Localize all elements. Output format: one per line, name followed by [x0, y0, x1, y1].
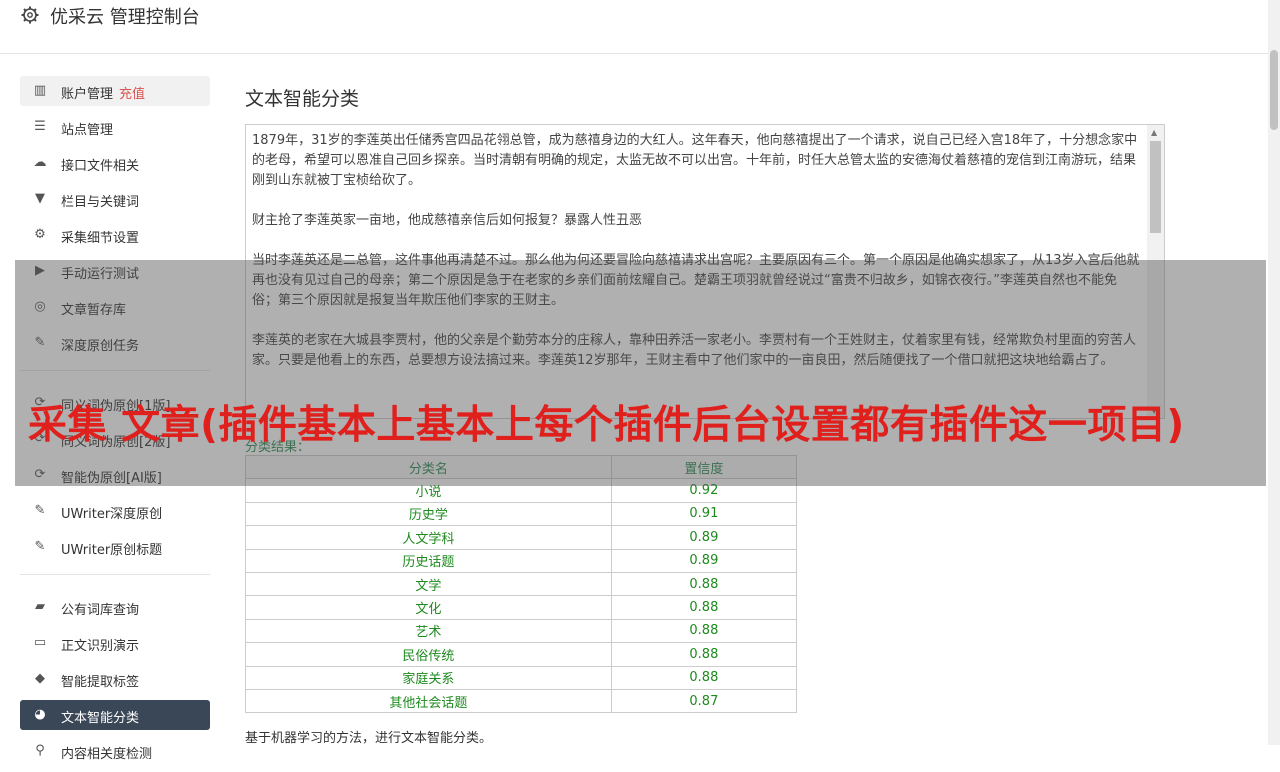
sidebar-item-tag-extract[interactable]: ◆ 智能提取标签 — [20, 664, 210, 694]
main-content: 文本智能分类 1879年，31岁的李莲英出任储秀宫四品花翎总管，成为慈禧身边的大… — [245, 84, 1165, 746]
sidebar-item-interface[interactable]: ☁ 接口文件相关 — [20, 148, 210, 178]
gear-icon[interactable] — [20, 5, 40, 25]
app-title: 优采云 管理控制台 — [50, 7, 200, 28]
confidence-cell: 0.88 — [610, 571, 798, 597]
edit-icon: ✎ — [34, 539, 46, 554]
table-row: 文学 0.88 — [245, 571, 798, 597]
sidebar-item-label: 公有词库查询 — [61, 603, 140, 618]
page-title: 文本智能分类 — [245, 88, 360, 110]
sidebar-item-label: 正文识别演示 — [61, 639, 140, 654]
confidence-cell: 0.88 — [610, 665, 798, 690]
category-cell: 人文学科 — [245, 525, 612, 550]
overlay-caption: 采集 文章(插件基本上基本上每个插件后台设置都有插件这一项目) — [28, 403, 1185, 448]
book-icon: ▰ — [35, 599, 45, 614]
recharge-link[interactable]: 充值 — [119, 87, 145, 102]
gears-icon: ⚙ — [34, 227, 46, 242]
tag-icon: ◆ — [35, 671, 45, 686]
pie-chart-icon: ◕ — [34, 707, 46, 722]
category-cell: 文学 — [245, 571, 612, 597]
table-row: 历史学 0.91 — [245, 501, 798, 527]
sidebar-item-label: 接口文件相关 — [61, 159, 140, 174]
sidebar-item-label: 账户管理 — [61, 87, 114, 102]
confidence-cell: 0.88 — [610, 642, 798, 667]
sidebar-item-label: UWriter深度原创 — [61, 507, 163, 522]
table-row: 文化 0.88 — [245, 595, 798, 620]
sidebar-item-account[interactable]: ▥ 账户管理 充值 — [20, 76, 210, 106]
scroll-up-icon[interactable]: ▲ — [1151, 128, 1157, 137]
paragraph: 1879年，31岁的李莲英出任储秀宫四品花翎总管，成为慈禧身边的大红人。这年春天… — [252, 133, 1138, 188]
sidebar-item-label: 栏目与关键词 — [61, 195, 140, 210]
sidebar-item-columns[interactable]: ▼ 栏目与关键词 — [20, 184, 210, 214]
category-cell: 历史话题 — [245, 548, 612, 573]
cloud-upload-icon: ☁ — [33, 155, 47, 170]
sidebar-item-uwriter-title[interactable]: ✎ UWriter原创标题 — [20, 532, 210, 562]
page-scrollbar-thumb[interactable] — [1270, 50, 1278, 130]
category-cell: 民俗传统 — [245, 642, 612, 667]
paragraph: 财主抢了李莲英家一亩地，他成慈禧亲信后如何报复？暴露人性丑恶 — [252, 213, 643, 228]
confidence-cell: 0.91 — [610, 501, 798, 527]
table-row: 历史话题 0.89 — [245, 548, 798, 573]
sidebar-item-text-recognition[interactable]: ▭ 正文识别演示 — [20, 628, 210, 658]
confidence-cell: 0.89 — [610, 548, 798, 573]
page-scrollbar[interactable] — [1268, 0, 1280, 745]
sidebar-item-label: UWriter原创标题 — [61, 543, 163, 558]
bar-chart-icon: ▥ — [33, 83, 47, 98]
confidence-cell: 0.88 — [610, 618, 798, 644]
category-cell: 家庭关系 — [245, 665, 612, 690]
category-cell: 历史学 — [245, 501, 612, 527]
search-icon: ⚲ — [35, 743, 45, 758]
table-row: 家庭关系 0.88 — [245, 665, 798, 690]
top-header: 优采云 管理控制台 — [0, 0, 1268, 54]
sidebar-item-uwriter-deep[interactable]: ✎ UWriter深度原创 — [20, 496, 210, 526]
sidebar-item-label: 内容相关度检测 — [61, 747, 153, 762]
category-cell: 艺术 — [245, 618, 612, 644]
sidebar-item-label: 站点管理 — [61, 123, 114, 138]
monitor-icon: ▭ — [33, 635, 47, 650]
table-row: 民俗传统 0.88 — [245, 642, 798, 667]
sidebar-item-label: 采集细节设置 — [61, 231, 140, 246]
sidebar-item-public-lexicon[interactable]: ▰ 公有词库查询 — [20, 592, 210, 622]
sidebar-item-collect-settings[interactable]: ⚙ 采集细节设置 — [20, 220, 210, 250]
sidebar-item-relevance[interactable]: ⚲ 内容相关度检测 — [20, 736, 210, 766]
classification-table: 分类名 置信度 小说 0.92 历史学 0.91 人文学科 0.89 历史话题 0.89… — [245, 454, 798, 714]
sidebar-item-text-classify[interactable]: ◕ 文本智能分类 — [20, 700, 210, 730]
sidebar-item-label: 智能提取标签 — [61, 675, 140, 690]
category-cell: 其他社会话题 — [245, 688, 612, 714]
table-row: 艺术 0.88 — [245, 618, 798, 644]
server-icon: ☰ — [34, 119, 46, 134]
confidence-cell: 0.89 — [610, 525, 798, 550]
footnote: 基于机器学习的方法，进行文本智能分类。 — [245, 731, 493, 746]
table-row: 其他社会话题 0.87 — [245, 688, 798, 714]
confidence-cell: 0.87 — [610, 688, 798, 714]
sidebar-item-label: 文本智能分类 — [61, 711, 140, 726]
category-cell: 文化 — [245, 595, 612, 620]
filter-icon: ▼ — [35, 191, 45, 206]
sidebar-item-sites[interactable]: ☰ 站点管理 — [20, 112, 210, 142]
edit-icon: ✎ — [34, 503, 46, 518]
textarea-scrollbar-thumb[interactable] — [1150, 141, 1161, 233]
sidebar-divider — [20, 574, 210, 575]
confidence-cell: 0.88 — [610, 595, 798, 620]
table-row: 人文学科 0.89 — [245, 525, 798, 550]
